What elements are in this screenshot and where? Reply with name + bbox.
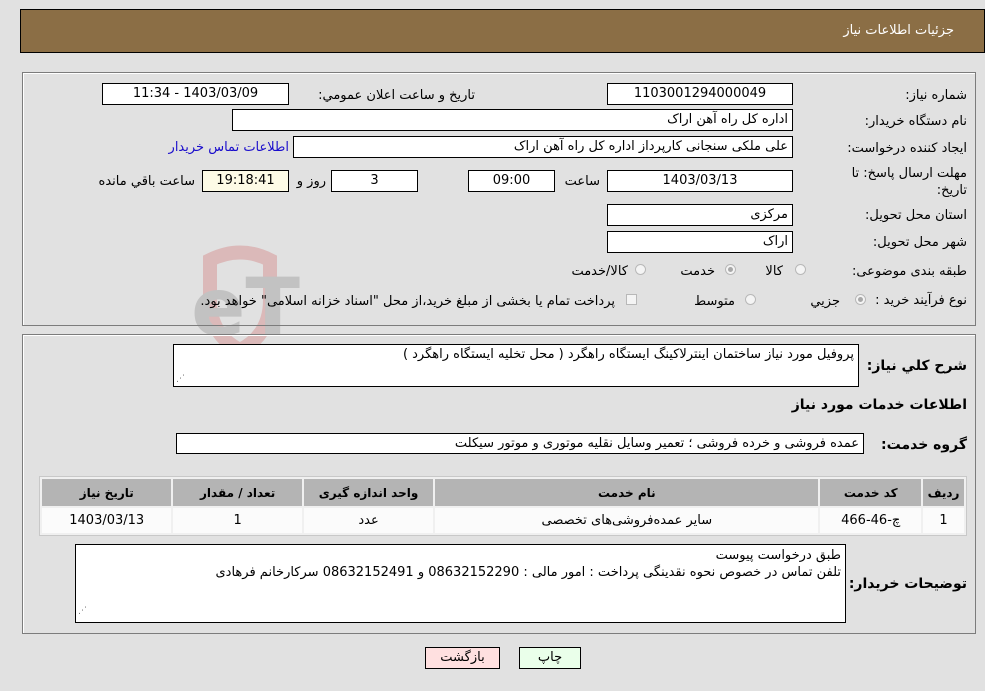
remaining-label: ساعت باقي مانده	[98, 174, 195, 189]
need-number-label: شماره نياز:	[905, 88, 967, 103]
buyer-notes-textarea[interactable]: طبق درخواست پيوست تلفن تماس در خصوص نحوه…	[75, 544, 846, 623]
service-group-label: گروه خدمت:	[881, 437, 967, 453]
col-service-code: کد خدمت	[820, 479, 922, 506]
requester-field: علی ملکی سنجانی کارپرداز اداره کل راه آه…	[293, 136, 793, 158]
buyer-contact-link[interactable]: اطلاعات تماس خريدار	[169, 140, 289, 155]
days-remaining-field: 3	[331, 170, 418, 192]
description-textarea[interactable]: پروفيل مورد نياز ساختمان اينترلاکينگ ايس…	[173, 344, 859, 387]
province-label: استان محل تحويل:	[865, 208, 967, 223]
treasury-checkbox[interactable]	[626, 294, 637, 305]
services-section-title: اطلاعات خدمات مورد نياز	[791, 397, 967, 413]
col-service-name: نام خدمت	[435, 479, 819, 506]
col-unit: واحد اندازه گيری	[303, 479, 434, 506]
category-label: طبقه بندی موضوعی:	[851, 264, 967, 279]
category-radio-service[interactable]	[725, 264, 736, 275]
back-button[interactable]: بازگشت	[425, 647, 500, 669]
deadline-label-line1: مهلت ارسال پاسخ: تا	[851, 166, 967, 181]
col-need-date: تاريخ نياز	[42, 479, 172, 506]
buyer-org-field: اداره کل راه آهن اراک	[232, 109, 793, 131]
services-table: رديف کد خدمت نام خدمت واحد اندازه گيری ت…	[39, 476, 967, 536]
buyer-notes-line1: طبق درخواست پيوست	[715, 548, 841, 563]
treasury-checkbox-label: پرداخت تمام يا بخشی از مبلغ خريد،از محل …	[200, 294, 615, 309]
table-row: 1 چ-46-466 ساير عمده‌فروشی‌های تخصصی عدد…	[42, 508, 964, 533]
cell-unit: عدد	[303, 508, 434, 533]
announce-datetime-label: تاريخ و ساعت اعلان عمومي:	[318, 88, 475, 103]
cell-quantity: 1	[173, 508, 302, 533]
deadline-label-line2: تاريخ:	[936, 183, 967, 198]
requester-label: ايجاد کننده درخواست:	[847, 141, 967, 156]
page-header: جزئيات اطلاعات نياز	[20, 9, 985, 53]
cell-row-number: 1	[923, 508, 964, 533]
cell-service-name: ساير عمده‌فروشی‌های تخصصی	[435, 508, 819, 533]
deadline-time-field: 09:00	[468, 170, 555, 192]
page-title: جزئيات اطلاعات نياز	[843, 23, 954, 38]
province-field: مرکزی	[607, 204, 793, 226]
description-label: شرح کلي نياز:	[866, 358, 967, 374]
purchase-option-medium: متوسط	[694, 294, 735, 309]
category-option-goods: کالا	[765, 264, 783, 279]
need-number-field: 1103001294000049	[607, 83, 793, 105]
print-button[interactable]: چاپ	[519, 647, 581, 669]
service-group-field: عمده فروشی و خرده فروشی ؛ تعمير وسايل نق…	[176, 433, 864, 454]
category-radio-goods-service[interactable]	[635, 264, 646, 275]
col-row-number: رديف	[923, 479, 964, 506]
announce-datetime-field: 1403/03/09 - 11:34	[102, 83, 289, 105]
deadline-time-label: ساعت	[564, 174, 600, 189]
purchase-type-label: نوع فرآيند خريد :	[875, 293, 967, 308]
time-remaining-field: 19:18:41	[202, 170, 289, 192]
cell-need-date: 1403/03/13	[42, 508, 172, 533]
category-option-goods-service: کالا/خدمت	[571, 264, 628, 279]
category-option-service: خدمت	[680, 264, 715, 279]
deadline-date-field: 1403/03/13	[607, 170, 793, 192]
buyer-org-label: نام دستگاه خريدار:	[864, 114, 967, 129]
category-radio-goods[interactable]	[795, 264, 806, 275]
city-field: اراک	[607, 231, 793, 253]
purchase-radio-medium[interactable]	[745, 294, 756, 305]
buyer-notes-line2: تلفن تماس در خصوص نحوه نقدينگی پرداخت : …	[215, 565, 842, 580]
city-label: شهر محل تحويل:	[872, 235, 967, 250]
resize-grip-icon[interactable]: ⋰	[176, 374, 185, 384]
resize-grip-icon[interactable]: ⋰	[78, 603, 87, 620]
col-quantity: تعداد / مقدار	[173, 479, 302, 506]
purchase-option-minor: جزيي	[810, 294, 840, 309]
table-header-row: رديف کد خدمت نام خدمت واحد اندازه گيری ت…	[42, 479, 964, 506]
description-text: پروفيل مورد نياز ساختمان اينترلاکينگ ايس…	[402, 347, 854, 362]
purchase-radio-minor[interactable]	[855, 294, 866, 305]
cell-service-code: چ-46-466	[820, 508, 922, 533]
days-label: روز و	[296, 174, 326, 189]
buyer-notes-label: توضيحات خريدار:	[848, 576, 967, 592]
